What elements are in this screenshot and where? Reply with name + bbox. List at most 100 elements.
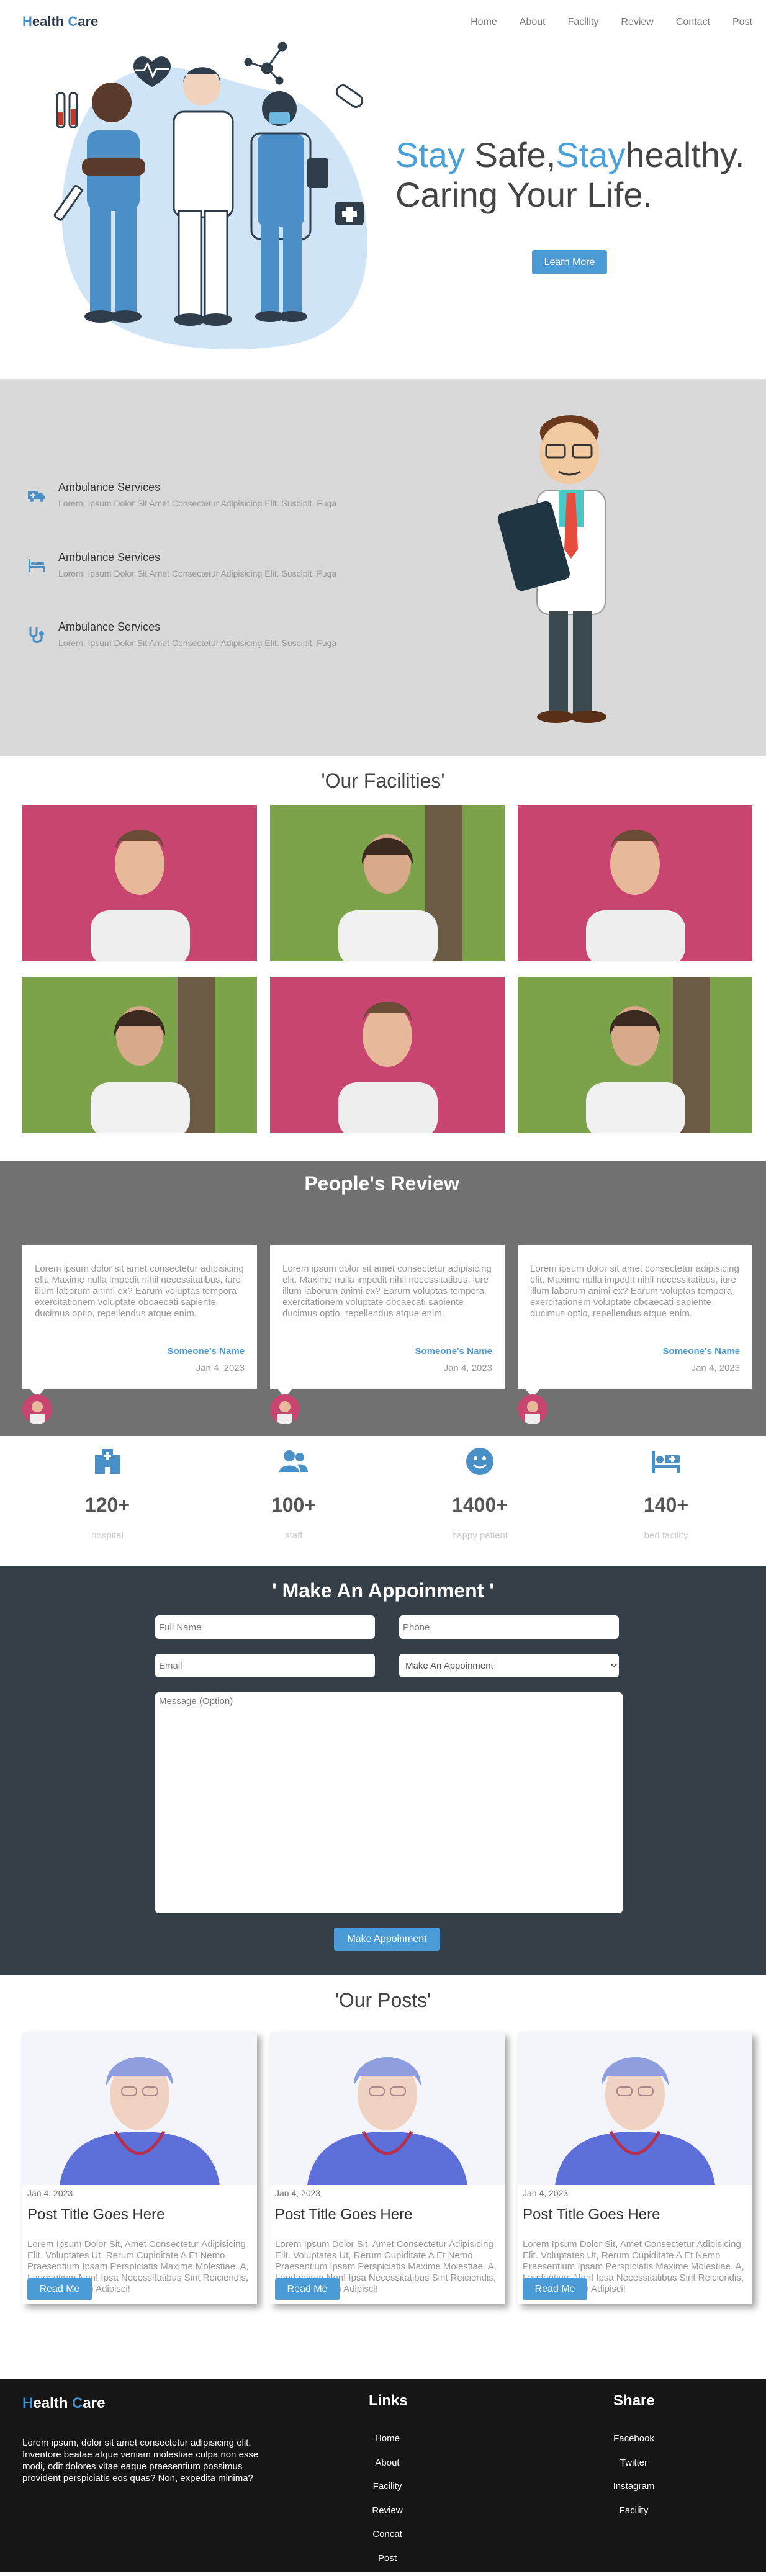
reviews-section: People's Review' Lorem ipsum dolor sit a… bbox=[0, 1161, 766, 1436]
read-me-button[interactable]: Read Me bbox=[27, 2278, 92, 2300]
logo-letter-c: C bbox=[68, 14, 78, 29]
facility-image bbox=[270, 805, 505, 961]
hero-headline: Stay Safe,Stayhealthy. Caring Your Life. bbox=[395, 135, 744, 215]
nav-facility[interactable]: Facility bbox=[568, 17, 599, 28]
facility-image bbox=[22, 977, 257, 1133]
footer-logo[interactable]: Health Care bbox=[22, 2395, 105, 2412]
stat-number: 1400+ bbox=[418, 1494, 542, 1517]
post-image bbox=[22, 2032, 257, 2185]
reviewer-name: Someone's Name bbox=[168, 1346, 245, 1357]
post-image bbox=[518, 2032, 752, 2185]
share-link-facebook[interactable]: Facebook bbox=[597, 2433, 671, 2457]
post-date: Jan 4, 2023 bbox=[27, 2188, 73, 2198]
users-icon bbox=[278, 1446, 309, 1477]
hero-subline: Caring Your Life. bbox=[395, 175, 652, 214]
hero-word-safe: Safe, bbox=[465, 135, 556, 174]
review-text: Lorem ipsum dolor sit amet consectetur a… bbox=[282, 1263, 497, 1319]
service-desc: Lorem, Ipsum Dolor Sit Amet Consectetur … bbox=[58, 568, 336, 578]
post-image bbox=[270, 2032, 505, 2185]
make-appointment-button[interactable]: Make Appoinment bbox=[334, 1928, 440, 1951]
footer-share-title: Share bbox=[613, 2392, 655, 2410]
post-title[interactable]: Post Title Goes Here bbox=[275, 2206, 412, 2224]
post-title[interactable]: Post Title Goes Here bbox=[27, 2206, 164, 2224]
message-field[interactable] bbox=[155, 1692, 623, 1913]
reviews-title-text: People's Review bbox=[304, 1172, 459, 1195]
nav-post[interactable]: Post bbox=[732, 17, 752, 28]
review-text: Lorem ipsum dolor sit amet consectetur a… bbox=[35, 1263, 249, 1319]
post-date: Jan 4, 2023 bbox=[523, 2188, 568, 2198]
brand-logo[interactable]: Health Care bbox=[22, 14, 98, 30]
reviews-title-mark: ' bbox=[459, 1180, 462, 1193]
footer-logo-letter-c: C bbox=[72, 2395, 83, 2412]
reviewer-avatar bbox=[518, 1394, 547, 1424]
reviewer-name: Someone's Name bbox=[663, 1346, 740, 1357]
top-nav: Home About Facility Review Contact Post bbox=[471, 17, 752, 28]
first-aid-icon bbox=[335, 202, 364, 225]
appointment-select[interactable]: Make An Appoinment bbox=[399, 1654, 619, 1677]
stat-staff: 100+ staff bbox=[232, 1446, 356, 1541]
reviewer-avatar bbox=[22, 1394, 52, 1424]
share-link-facility[interactable]: Facility bbox=[597, 2505, 671, 2529]
facility-image bbox=[518, 805, 752, 961]
service-desc: Lorem, Ipsum Dolor Sit Amet Consectetur … bbox=[58, 498, 336, 508]
stat-happy-patient: 1400+ happy patient bbox=[418, 1446, 542, 1541]
nav-about[interactable]: About bbox=[520, 17, 546, 28]
hero-word-healthy: healthy. bbox=[625, 135, 744, 174]
post-date: Jan 4, 2023 bbox=[275, 2188, 320, 2198]
read-me-button[interactable]: Read Me bbox=[523, 2278, 587, 2300]
logo-text-a: ealth bbox=[32, 14, 68, 29]
footer-link-about[interactable]: About bbox=[356, 2457, 418, 2481]
footer-link-post[interactable]: Post bbox=[356, 2552, 418, 2576]
stat-label: staff bbox=[232, 1530, 356, 1541]
stat-hospital: 120+ hospital bbox=[45, 1446, 169, 1541]
appointment-title: ' Make An Appoinment ' bbox=[0, 1579, 766, 1602]
review-date: Jan 4, 2023 bbox=[196, 1363, 245, 1373]
share-link-instagram[interactable]: Instagram bbox=[597, 2480, 671, 2505]
hero-doctors-illustration bbox=[31, 34, 379, 357]
reviewer-name: Someone's Name bbox=[415, 1346, 492, 1357]
read-me-button[interactable]: Read Me bbox=[275, 2278, 340, 2300]
stat-number: 100+ bbox=[232, 1494, 356, 1517]
nav-contact[interactable]: Contact bbox=[676, 17, 710, 28]
doctor-clipboard-illustration bbox=[493, 406, 655, 742]
test-tubes-icon bbox=[57, 93, 77, 127]
facility-image bbox=[270, 977, 505, 1133]
facility-image bbox=[22, 805, 257, 961]
stat-number: 120+ bbox=[45, 1494, 169, 1517]
services-section: Ambulance Services Lorem, Ipsum Dolor Si… bbox=[0, 379, 766, 756]
phone-field[interactable] bbox=[399, 1615, 619, 1639]
site-footer: Health Care Lorem ipsum, dolor sit amet … bbox=[0, 2379, 766, 2572]
review-date: Jan 4, 2023 bbox=[692, 1363, 740, 1373]
review-date: Jan 4, 2023 bbox=[444, 1363, 492, 1373]
smile-icon bbox=[464, 1446, 495, 1477]
nav-home[interactable]: Home bbox=[471, 17, 497, 28]
footer-link-facility[interactable]: Facility bbox=[356, 2480, 418, 2505]
footer-share-links: Facebook Twitter Instagram Facility bbox=[597, 2433, 671, 2528]
footer-logo-text-b: are bbox=[83, 2395, 105, 2412]
review-text: Lorem ipsum dolor sit amet consectetur a… bbox=[530, 1263, 744, 1319]
post-card: Jan 4, 2023 Post Title Goes Here Lorem I… bbox=[22, 2032, 257, 2304]
pill-icon bbox=[334, 83, 364, 110]
email-field[interactable] bbox=[155, 1654, 375, 1677]
posts-title: 'Our Posts' bbox=[0, 1989, 766, 2012]
stat-bed-facility: 140+ bed facility bbox=[604, 1446, 728, 1541]
footer-link-home[interactable]: Home bbox=[356, 2433, 418, 2457]
full-name-field[interactable] bbox=[155, 1615, 375, 1639]
stat-number: 140+ bbox=[604, 1494, 728, 1517]
stethoscope-icon bbox=[27, 626, 46, 644]
review-card: Lorem ipsum dolor sit amet consectetur a… bbox=[518, 1245, 752, 1389]
stat-label: bed facility bbox=[604, 1530, 728, 1541]
nav-review[interactable]: Review bbox=[621, 17, 653, 28]
molecule-icon bbox=[245, 43, 286, 84]
post-title[interactable]: Post Title Goes Here bbox=[523, 2206, 660, 2224]
footer-link-review[interactable]: Review bbox=[356, 2505, 418, 2529]
truck-icon bbox=[27, 486, 46, 505]
hospital-icon bbox=[92, 1446, 123, 1477]
stat-label: happy patient bbox=[418, 1530, 542, 1541]
learn-more-button[interactable]: Learn More bbox=[532, 250, 607, 274]
footer-link-concat[interactable]: Concat bbox=[356, 2528, 418, 2552]
share-link-twitter[interactable]: Twitter bbox=[597, 2457, 671, 2481]
reviews-title: People's Review' bbox=[0, 1172, 766, 1195]
footer-logo-text-a: ealth bbox=[33, 2395, 72, 2412]
stat-label: hospital bbox=[45, 1530, 169, 1541]
